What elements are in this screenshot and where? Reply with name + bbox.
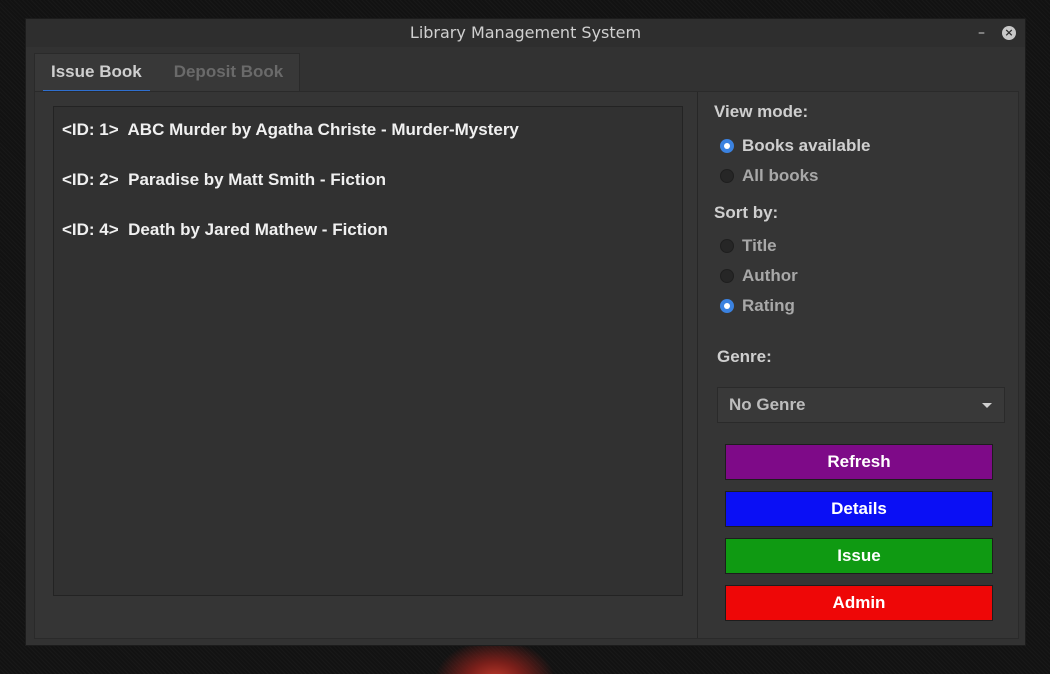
radio-checked-icon[interactable] bbox=[720, 139, 734, 153]
radio-unchecked-icon[interactable] bbox=[720, 269, 734, 283]
sort-by-label: Sort by: bbox=[714, 203, 779, 222]
radio-checked-icon[interactable] bbox=[720, 299, 734, 313]
app-window: Library Management System – × Issue Book… bbox=[25, 18, 1026, 646]
window-title: Library Management System bbox=[409, 23, 642, 42]
book-list[interactable]: <ID: 1> ABC Murder by Agatha Christe - M… bbox=[53, 106, 683, 596]
list-item[interactable]: <ID: 2> Paradise by Matt Smith - Fiction bbox=[54, 167, 682, 217]
admin-button[interactable]: Admin bbox=[725, 585, 993, 621]
tab-issue-book[interactable]: Issue Book bbox=[35, 54, 158, 92]
issue-button[interactable]: Issue bbox=[725, 538, 993, 574]
genre-select[interactable]: No Genre bbox=[717, 387, 1005, 423]
radio-unchecked-icon[interactable] bbox=[720, 239, 734, 253]
details-button[interactable]: Details bbox=[725, 491, 993, 527]
radio-label: Books available bbox=[742, 136, 871, 155]
list-item[interactable]: <ID: 1> ABC Murder by Agatha Christe - M… bbox=[54, 117, 682, 167]
radio-sort-rating[interactable]: Rating bbox=[720, 296, 795, 316]
genre-label: Genre: bbox=[717, 347, 772, 366]
tab-deposit-book[interactable]: Deposit Book bbox=[158, 54, 300, 91]
radio-books-available[interactable]: Books available bbox=[720, 136, 871, 156]
radio-label: Author bbox=[742, 266, 798, 285]
radio-unchecked-icon[interactable] bbox=[720, 169, 734, 183]
issue-book-pane: <ID: 1> ABC Murder by Agatha Christe - M… bbox=[34, 91, 1019, 639]
radio-all-books[interactable]: All books bbox=[720, 166, 819, 186]
genre-selected-value: No Genre bbox=[729, 395, 806, 414]
radio-sort-title[interactable]: Title bbox=[720, 236, 777, 256]
title-bar[interactable]: Library Management System – × bbox=[26, 19, 1025, 47]
refresh-button[interactable]: Refresh bbox=[725, 444, 993, 480]
chevron-down-icon[interactable] bbox=[982, 403, 992, 408]
radio-label: Rating bbox=[742, 296, 795, 315]
radio-label: Title bbox=[742, 236, 777, 255]
panel-divider bbox=[697, 92, 698, 638]
radio-label: All books bbox=[742, 166, 819, 185]
list-item[interactable]: <ID: 4> Death by Jared Mathew - Fiction bbox=[54, 217, 682, 267]
tab-bar: Issue Book Deposit Book bbox=[34, 53, 301, 92]
minimize-icon[interactable]: – bbox=[978, 19, 985, 47]
close-icon[interactable]: × bbox=[1002, 26, 1016, 40]
view-mode-label: View mode: bbox=[714, 102, 809, 121]
radio-sort-author[interactable]: Author bbox=[720, 266, 798, 286]
